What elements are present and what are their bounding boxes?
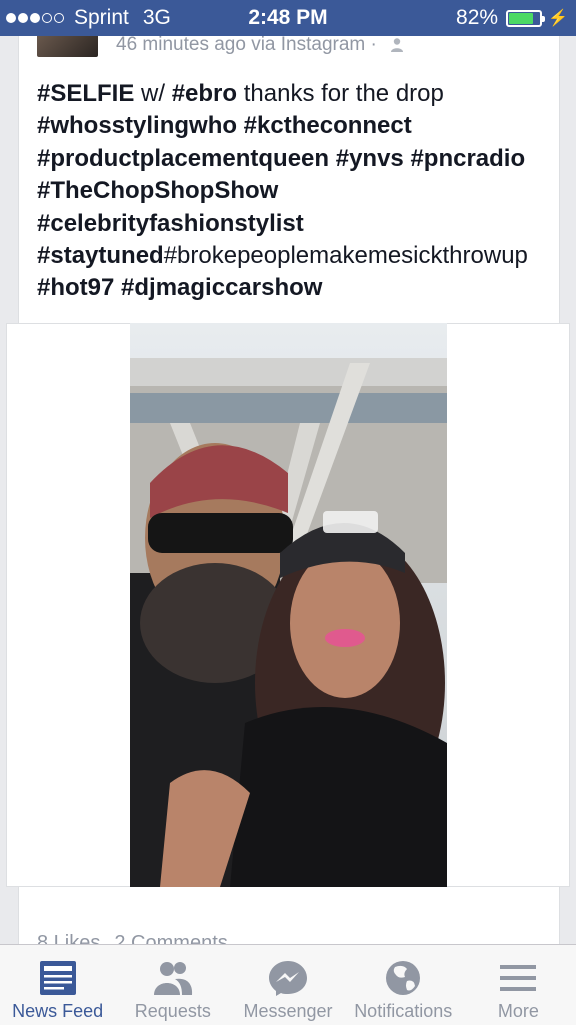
battery-icon [506,9,546,27]
tab-requests[interactable]: Requests [115,945,230,1025]
charging-icon: ⚡ [548,10,568,27]
tab-more[interactable]: More [461,945,576,1025]
battery-percent: 82% [456,6,499,29]
avatar[interactable] [37,33,98,57]
post-text-segment[interactable]: #SELFIE [37,80,134,107]
post-text-segment: #brokepeoplemakemesickthrowup [163,242,528,270]
tab-label-messenger: Messenger [243,1001,333,1021]
post-photo[interactable] [130,323,447,887]
tab-notifications[interactable]: Notifications [346,945,461,1025]
menu-icon [500,965,537,991]
status-bar: Sprint 3G 2:48 PM 82% ⚡ [0,0,576,36]
post-timestamp[interactable]: 46 minutes ago via Instagram · [116,34,377,56]
post-text-segment[interactable]: #hot97 #djmagiccarshow [37,274,322,301]
globe-icon [386,961,421,995]
status-right: 82% ⚡ [456,6,568,30]
post-message: #SELFIE w/ #ebro thanks for the drop #wh… [37,78,549,305]
tab-messenger[interactable]: Messenger [230,945,345,1025]
messenger-icon [269,961,307,996]
tab-label-requests: Requests [134,1001,211,1021]
tab-news-feed[interactable]: News Feed [0,945,115,1025]
post-text-segment[interactable]: #ebro [172,80,237,107]
news-feed-icon [39,961,76,995]
tab-bar: News Feed Requests Messenger Notificatio… [0,944,576,1025]
tab-label-more: More [497,1001,539,1021]
privacy-friends-icon[interactable] [389,37,405,53]
friend-requests-icon [153,962,192,995]
tab-label-notifications: Notifications [354,1001,453,1021]
tab-label-news-feed: News Feed [12,1001,104,1021]
post-text-segment: thanks for the drop [237,80,444,107]
post-text-segment: w/ [134,80,172,107]
